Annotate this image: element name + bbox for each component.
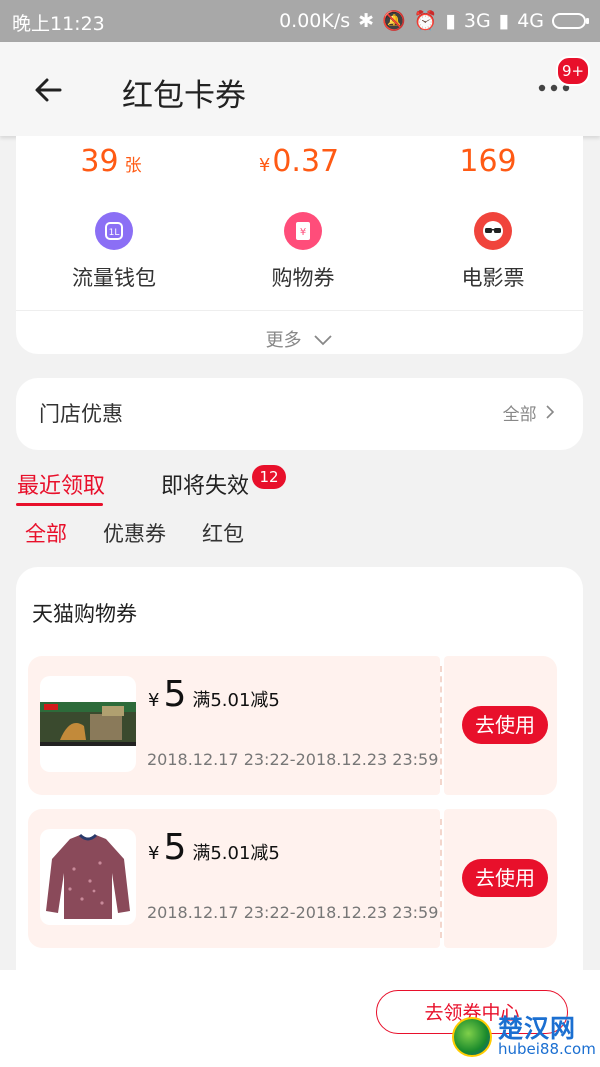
currency-symbol: ¥: [148, 690, 160, 711]
all-label: 全部: [502, 405, 537, 425]
coupon-value: 5: [163, 827, 187, 868]
coupon-count-unit: 张: [124, 156, 142, 176]
coupon-divider: [440, 666, 442, 785]
app-header: 红包卡券: [0, 42, 600, 136]
currency-symbol: ¥: [258, 155, 271, 176]
expiring-count-badge: 12: [252, 465, 286, 489]
coupon-amount: ¥ 5 满5.01减5: [148, 827, 280, 868]
category-label: 电影票: [461, 266, 525, 290]
tab-recent[interactable]: 最近领取: [17, 468, 105, 500]
coupon-divider: [440, 819, 442, 938]
category-shopping-coupon[interactable]: ¥ 购物券: [208, 212, 398, 292]
wallet-summary-card: 39 张 ¥0.37 169 1L 流量钱包 ¥ 购物券 电影票 更多: [16, 136, 583, 354]
more-toggle[interactable]: 更多: [16, 326, 583, 352]
coupon-item[interactable]: ¥ 5 满5.01减5 2018.12.17 23:22-2018.12.23 …: [28, 656, 557, 795]
store-offers-all-link[interactable]: 全部: [503, 400, 555, 425]
coupon-value: 5: [163, 674, 187, 715]
network-speed: 0.00K/s: [279, 9, 351, 32]
shopping-coupon-icon: ¥: [284, 212, 322, 250]
coupon-body: ¥ 5 满5.01减5 2018.12.17 23:22-2018.12.23 …: [28, 656, 440, 795]
more-label: 更多: [265, 330, 302, 351]
red-packet-balance[interactable]: ¥0.37: [204, 144, 394, 179]
data-wallet-icon: 1L: [95, 212, 133, 250]
back-arrow-icon[interactable]: [30, 72, 66, 108]
lego-box-icon: [40, 676, 136, 772]
network-4g: 4G: [517, 9, 544, 32]
points-count[interactable]: 169: [393, 144, 583, 179]
coupon-item[interactable]: ¥ 5 满5.01减5 2018.12.17 23:22-2018.12.23 …: [28, 809, 557, 948]
subtab-all[interactable]: 全部: [25, 518, 67, 548]
alarm-icon: ⏰: [413, 10, 438, 32]
use-coupon-button[interactable]: 去使用: [462, 859, 548, 897]
balance-value: 0.37: [272, 144, 340, 179]
subtab-coupons[interactable]: 优惠券: [103, 518, 166, 548]
points-value: 169: [459, 144, 517, 179]
coupon-action-area: 去使用: [444, 809, 557, 948]
chevron-right-icon: [546, 405, 555, 419]
store-offers-title: 门店优惠: [39, 402, 123, 426]
signal-icon: ▮: [445, 9, 456, 32]
coupon-condition: 满5.01减5: [192, 843, 280, 864]
mute-icon: 🔕: [382, 10, 406, 32]
signal-icon: ▮: [498, 9, 510, 32]
coupon-amount: ¥ 5 满5.01减5: [148, 674, 280, 715]
coupon-list-card: 天猫购物券 ¥ 5 满5.01减5 2018.12.17 23:22-2018.…: [16, 567, 583, 970]
subtab-red-packets[interactable]: 红包: [202, 518, 244, 548]
store-offers-row[interactable]: 门店优惠 全部: [16, 378, 583, 450]
svg-text:1L: 1L: [109, 228, 120, 238]
watermark: 楚汉网 hubei88.com: [452, 1014, 596, 1059]
coupon-validity: 2018.12.17 23:22-2018.12.23 23:59: [147, 750, 439, 769]
coupon-body: ¥ 5 满5.01减5 2018.12.17 23:22-2018.12.23 …: [28, 809, 440, 948]
coupon-count[interactable]: 39 张: [16, 144, 206, 179]
status-bar: 晚上11:23 0.00K/s ✱ 🔕 ⏰ ▮ 3G ▮ 4G: [0, 0, 600, 42]
status-indicators: 0.00K/s ✱ 🔕 ⏰ ▮ 3G ▮ 4G: [279, 9, 589, 32]
coupon-count-value: 39: [80, 144, 119, 179]
movie-ticket-icon: [474, 212, 512, 250]
svg-text:¥: ¥: [300, 227, 306, 238]
currency-symbol: ¥: [148, 843, 160, 864]
watermark-globe-icon: [452, 1017, 492, 1057]
coupon-action-area: 去使用: [444, 656, 557, 795]
battery-icon: [552, 12, 589, 29]
bluetooth-icon: ✱: [358, 9, 375, 32]
tab-active-indicator: [16, 503, 103, 506]
tab-expiring[interactable]: 即将失效: [161, 468, 249, 500]
chevron-down-icon: [314, 335, 332, 346]
category-data-wallet[interactable]: 1L 流量钱包: [19, 212, 209, 292]
divider: [16, 310, 583, 311]
use-coupon-button[interactable]: 去使用: [462, 706, 548, 744]
sweater-icon: [40, 829, 136, 925]
category-movie-ticket[interactable]: 电影票: [398, 212, 588, 292]
watermark-domain: hubei88.com: [498, 1040, 596, 1059]
coupon-condition: 满5.01减5: [192, 690, 280, 711]
category-label: 流量钱包: [72, 266, 156, 290]
category-label: 购物券: [271, 266, 335, 290]
status-time: 晚上11:23: [12, 13, 105, 35]
page-title: 红包卡券: [122, 78, 246, 114]
network-3g: 3G: [463, 9, 491, 32]
coupon-validity: 2018.12.17 23:22-2018.12.23 23:59: [147, 903, 439, 922]
watermark-text: 楚汉网: [498, 1014, 577, 1043]
notification-badge: 9+: [556, 56, 590, 86]
section-title: 天猫购物券: [32, 602, 137, 626]
